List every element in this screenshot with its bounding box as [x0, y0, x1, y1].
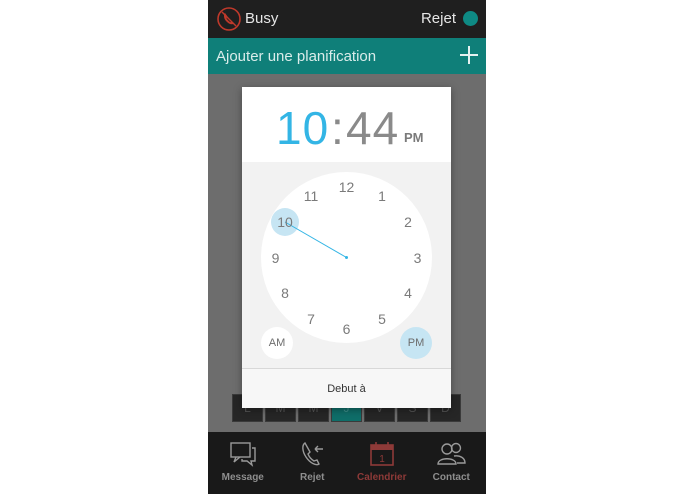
nav-label: Message [221, 472, 264, 483]
pm-button[interactable]: PM [400, 327, 432, 359]
phone-reject-icon [302, 441, 324, 466]
start-at-button[interactable]: Debut à [242, 369, 451, 408]
page-title: Ajouter une planification [216, 48, 377, 65]
clock-number[interactable]: 2 [395, 209, 421, 235]
message-icon [230, 442, 256, 467]
clock-number[interactable]: 9 [263, 245, 289, 271]
phone-cancel-icon[interactable] [217, 7, 241, 31]
nav-item-calendar[interactable]: 1 Calendrier [347, 432, 417, 494]
ampm-display[interactable]: PM [404, 130, 424, 145]
minute-display[interactable]: 44 [346, 101, 399, 155]
phone-screen: Busy Rejet Ajouter une planification LMM… [208, 0, 486, 494]
clock-number[interactable]: 3 [405, 245, 431, 271]
am-button[interactable]: AM [261, 327, 293, 359]
hour-display[interactable]: 10 [276, 101, 329, 155]
clock-number[interactable]: 12 [334, 174, 360, 200]
nav-item-contact[interactable]: Contact [417, 432, 487, 494]
clock-number[interactable]: 7 [298, 306, 324, 332]
status-bar: Busy Rejet [208, 0, 486, 38]
clock-face[interactable]: 12 1 2 3 4 5 6 7 8 9 10 11 [261, 172, 432, 343]
clock-number[interactable]: 10 [272, 209, 298, 235]
svg-text:1: 1 [379, 454, 385, 465]
clock-number[interactable]: 5 [369, 306, 395, 332]
page-header: Ajouter une planification [208, 38, 486, 74]
nav-label: Rejet [300, 472, 325, 483]
contacts-icon [437, 442, 466, 465]
reject-label: Rejet [420, 10, 456, 27]
bottom-navigation: Message Rejet 1 Calendrier Contact [208, 432, 486, 494]
nav-label: Contact [432, 472, 470, 483]
plus-icon[interactable] [460, 46, 478, 64]
nav-item-reject[interactable]: Rejet [278, 432, 348, 494]
clock-number[interactable]: 6 [334, 316, 360, 342]
calendar-icon: 1 [369, 442, 394, 466]
status-label: Busy [245, 10, 279, 27]
time-picker-dialog: 10 : 44 PM 12 1 2 3 4 5 6 7 8 9 10 11 AM PM Debut à [242, 87, 451, 408]
clock-number[interactable]: 11 [298, 183, 324, 209]
nav-label: Calendrier [357, 472, 407, 483]
clock-number[interactable]: 4 [395, 280, 421, 306]
status-dot[interactable] [463, 11, 478, 26]
time-display: 10 : 44 PM [242, 87, 451, 162]
nav-item-message[interactable]: Message [208, 432, 278, 494]
time-separator: : [331, 102, 344, 154]
clock-number[interactable]: 8 [272, 280, 298, 306]
clock-number[interactable]: 1 [369, 183, 395, 209]
